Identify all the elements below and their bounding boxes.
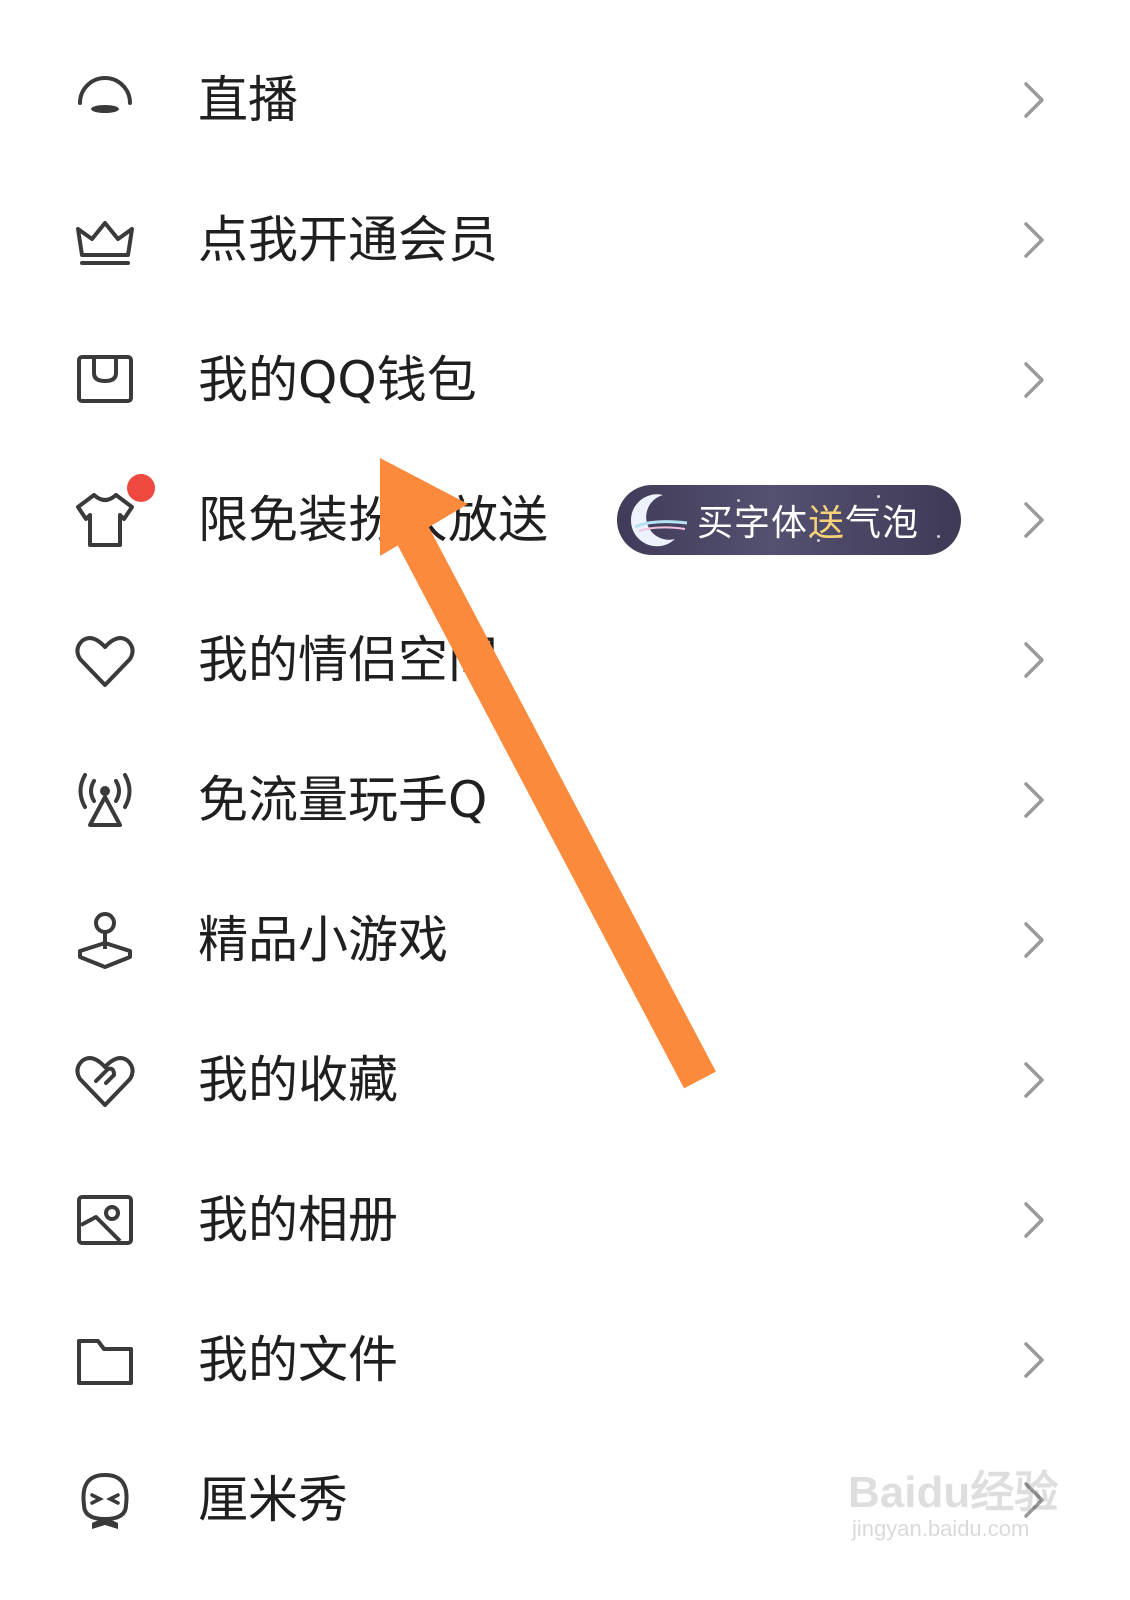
chevron-right-icon [1018, 918, 1050, 962]
joystick-icon [72, 907, 138, 973]
promo-text: 买字体送气泡 [697, 503, 920, 544]
chevron-right-icon [1018, 638, 1050, 682]
chevron-right-icon [1018, 1198, 1050, 1242]
folder-icon [72, 1327, 138, 1393]
menu-item-live[interactable]: 直播 [0, 30, 1130, 170]
watermark-text: Baidu经验 [848, 1468, 1059, 1517]
menu-item-label: 我的相册 [198, 1191, 398, 1249]
menu-item-files[interactable]: 我的文件 [0, 1290, 1130, 1430]
menu-item-favorites[interactable]: 我的收藏 [0, 1010, 1130, 1150]
chevron-right-icon [1018, 218, 1050, 262]
menu-item-label: 我的文件 [198, 1331, 398, 1389]
tshirt-icon [72, 487, 138, 553]
watermark-url: jingyan.baidu.com [852, 1516, 1030, 1541]
menu-item-label: 我的收藏 [198, 1051, 398, 1109]
menu-item-wallet[interactable]: 我的QQ钱包 [0, 310, 1130, 450]
favorite-heart-icon [72, 1047, 138, 1113]
star-dot [937, 535, 940, 538]
photo-album-icon [72, 1187, 138, 1253]
live-icon [72, 67, 138, 133]
menu-item-free-data[interactable]: 免流量玩手Q [0, 730, 1130, 870]
menu-item-album[interactable]: 我的相册 [0, 1150, 1130, 1290]
menu-item-label: 厘米秀 [198, 1471, 348, 1529]
chevron-right-icon [1018, 358, 1050, 402]
menu-item-label: 限免装扮大放送 [198, 491, 548, 549]
crown-icon [72, 207, 138, 273]
menu-item-label: 我的QQ钱包 [198, 351, 477, 409]
chevron-right-icon [1018, 78, 1050, 122]
menu-item-label: 免流量玩手Q [198, 771, 488, 829]
moon-icon [617, 485, 697, 555]
menu-item-label: 直播 [198, 71, 298, 129]
menu-item-free-decor[interactable]: 限免装扮大放送 买字体送气泡 [0, 450, 1130, 590]
menu-item-mini-games[interactable]: 精品小游戏 [0, 870, 1130, 1010]
signal-tower-icon [72, 767, 138, 833]
chevron-right-icon [1018, 1338, 1050, 1382]
wallet-icon [72, 347, 138, 413]
star-dot [817, 539, 820, 542]
menu-item-couple-space[interactable]: 我的情侣空间 [0, 590, 1130, 730]
red-dot-badge [127, 474, 155, 502]
chevron-right-icon [1018, 1058, 1050, 1102]
menu-list: 直播 点我开通会员 我的QQ钱包 限免装扮大放送 买字体送气泡 我的情侣空间 免… [0, 30, 1130, 1570]
menu-item-label: 点我开通会员 [198, 211, 498, 269]
menu-item-label: 精品小游戏 [198, 911, 448, 969]
star-dot [737, 499, 740, 502]
heart-icon [72, 627, 138, 693]
star-dot [877, 495, 880, 498]
watermark: Baidu经验 jingyan.baidu.com [848, 1448, 1058, 1548]
menu-item-vip[interactable]: 点我开通会员 [0, 170, 1130, 310]
chevron-right-icon [1018, 498, 1050, 542]
promo-banner[interactable]: 买字体送气泡 [617, 485, 961, 555]
menu-item-label: 我的情侣空间 [198, 631, 498, 689]
chevron-right-icon [1018, 778, 1050, 822]
cmshow-icon [72, 1467, 138, 1533]
